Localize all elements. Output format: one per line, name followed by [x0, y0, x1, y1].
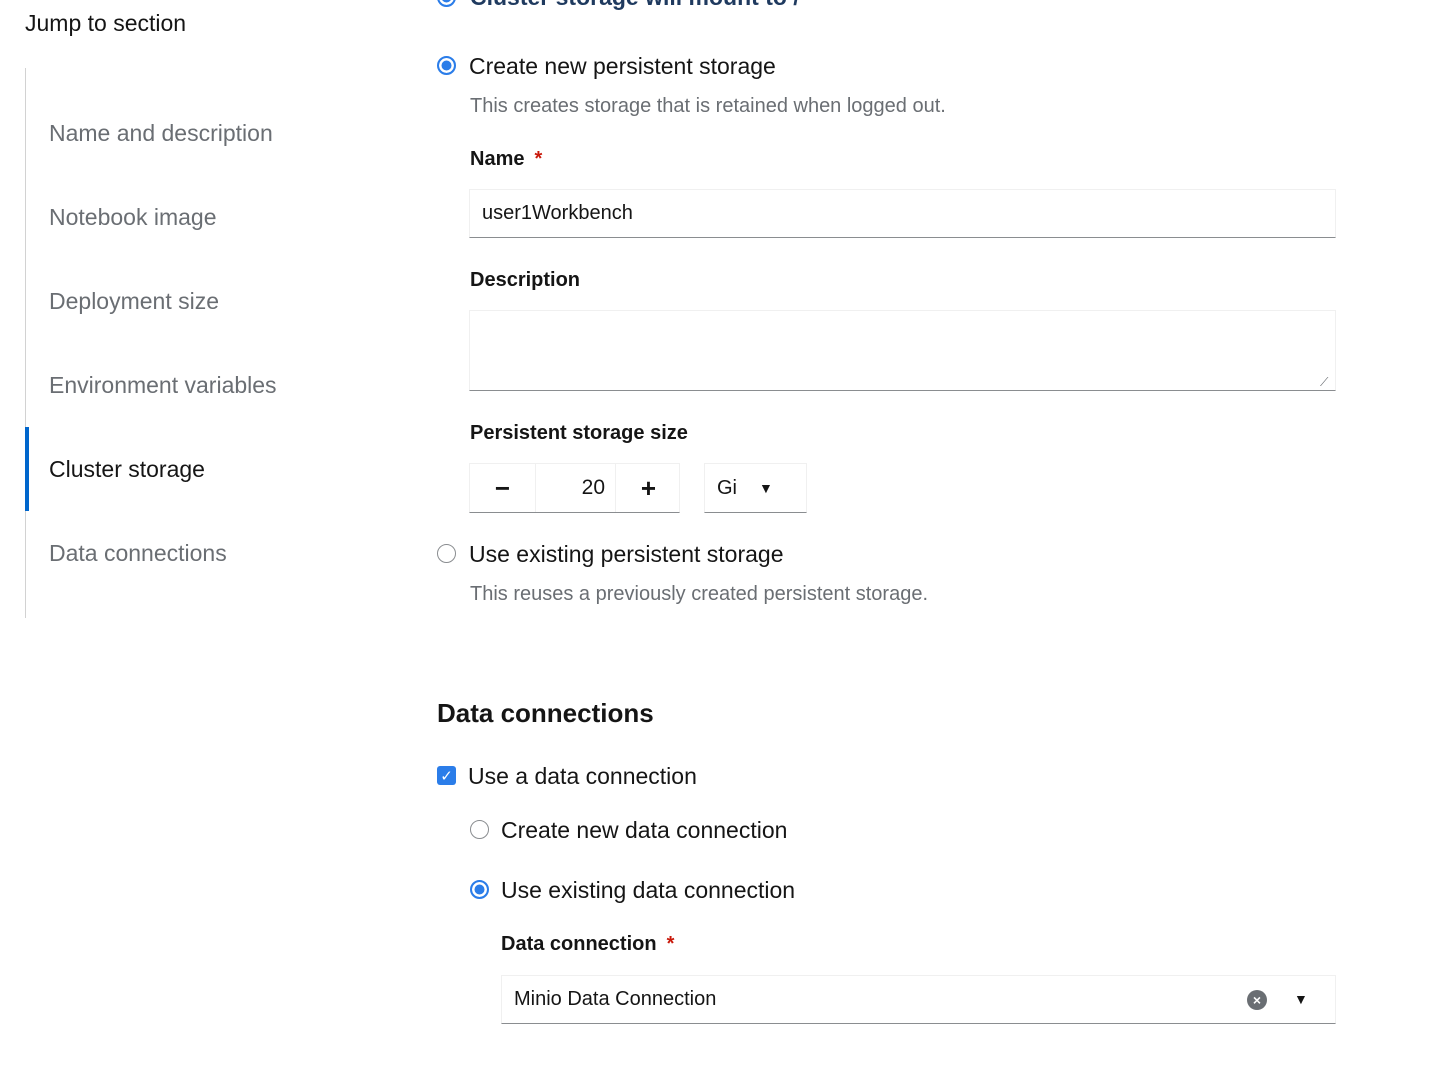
increment-button[interactable]: +	[616, 464, 681, 512]
description-textarea[interactable]	[469, 310, 1336, 391]
nav-item-notebook-image[interactable]: Notebook image	[25, 175, 385, 259]
use-existing-connection-label[interactable]: Use existing data connection	[501, 877, 795, 904]
create-new-storage-label[interactable]: Create new persistent storage	[469, 53, 776, 80]
required-mark: *	[666, 933, 675, 955]
unit-value: Gi	[717, 476, 737, 499]
caret-down-icon[interactable]: ▼	[1294, 991, 1308, 1007]
use-existing-storage-radio[interactable]	[437, 544, 456, 563]
nav-item-deployment-size[interactable]: Deployment size	[25, 259, 385, 343]
nav-item-environment-variables[interactable]: Environment variables	[25, 343, 385, 427]
storage-size-label: Persistent storage size	[470, 422, 688, 444]
use-existing-connection-radio[interactable]	[470, 880, 489, 899]
create-new-connection-radio[interactable]	[470, 820, 489, 839]
nav-item-name-description[interactable]: Name and description	[25, 91, 385, 175]
use-existing-storage-label[interactable]: Use existing persistent storage	[469, 541, 784, 568]
create-new-storage-radio[interactable]	[437, 56, 456, 75]
name-input[interactable]: user1Workbench	[469, 189, 1336, 238]
use-data-connection-label[interactable]: Use a data connection	[468, 763, 697, 790]
create-new-storage-help: This creates storage that is retained wh…	[470, 95, 946, 117]
name-label-text: Name	[470, 148, 525, 170]
cluster-mount-heading: Cluster storage will mount to /	[470, 0, 800, 11]
unit-select[interactable]: Gi ▼	[704, 463, 807, 513]
data-connections-heading: Data connections	[437, 698, 654, 728]
decrement-button[interactable]: −	[470, 464, 536, 512]
create-new-connection-label[interactable]: Create new data connection	[501, 817, 787, 844]
nav-item-cluster-storage[interactable]: Cluster storage	[25, 427, 385, 511]
nav-item-data-connections[interactable]: Data connections	[25, 511, 385, 595]
use-data-connection-checkbox[interactable]: ✓	[437, 766, 456, 785]
use-existing-storage-help: This reuses a previously created persist…	[470, 583, 928, 605]
cluster-mount-radio[interactable]	[437, 0, 456, 7]
data-connection-label-text: Data connection	[501, 933, 657, 955]
description-label: Description	[470, 269, 581, 291]
data-connection-select[interactable]: Minio Data Connection × ▼	[501, 975, 1336, 1024]
resize-handle-icon[interactable]: ⟋	[1320, 375, 1328, 390]
storage-size-stepper: − 20 +	[469, 463, 680, 513]
data-connection-label: Data connection *	[501, 933, 674, 956]
storage-size-input[interactable]: 20	[536, 464, 616, 512]
required-mark: *	[534, 148, 543, 170]
name-label: Name *	[470, 148, 542, 171]
data-connection-value: Minio Data Connection	[514, 988, 717, 1010]
clear-icon[interactable]: ×	[1247, 990, 1267, 1010]
caret-down-icon: ▼	[759, 480, 773, 496]
jump-to-section-title: Jump to section	[25, 10, 187, 36]
